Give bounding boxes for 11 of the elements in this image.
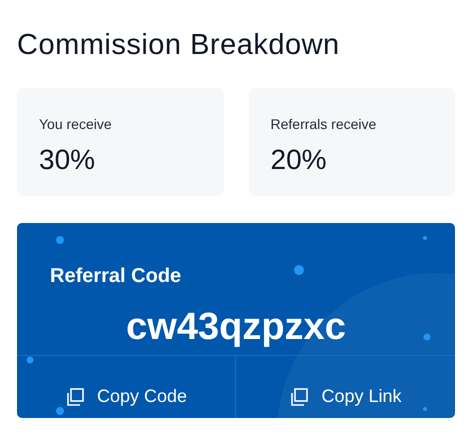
page-title: Commission Breakdown bbox=[17, 28, 341, 63]
copy-button[interactable]: Copy Link bbox=[236, 356, 455, 418]
stat-label: Referrals receive bbox=[270, 115, 378, 134]
stat-value: 20% bbox=[270, 143, 328, 177]
card-title: Referral Code bbox=[49, 264, 182, 289]
stat-label: You receive bbox=[39, 115, 113, 134]
stat-value: 30% bbox=[39, 143, 96, 177]
referral-code: cw43qzpzxc bbox=[125, 305, 347, 350]
copy-icon bbox=[64, 386, 85, 406]
copy-button[interactable]: Copy Code bbox=[17, 356, 236, 418]
copy-icon bbox=[289, 386, 310, 406]
